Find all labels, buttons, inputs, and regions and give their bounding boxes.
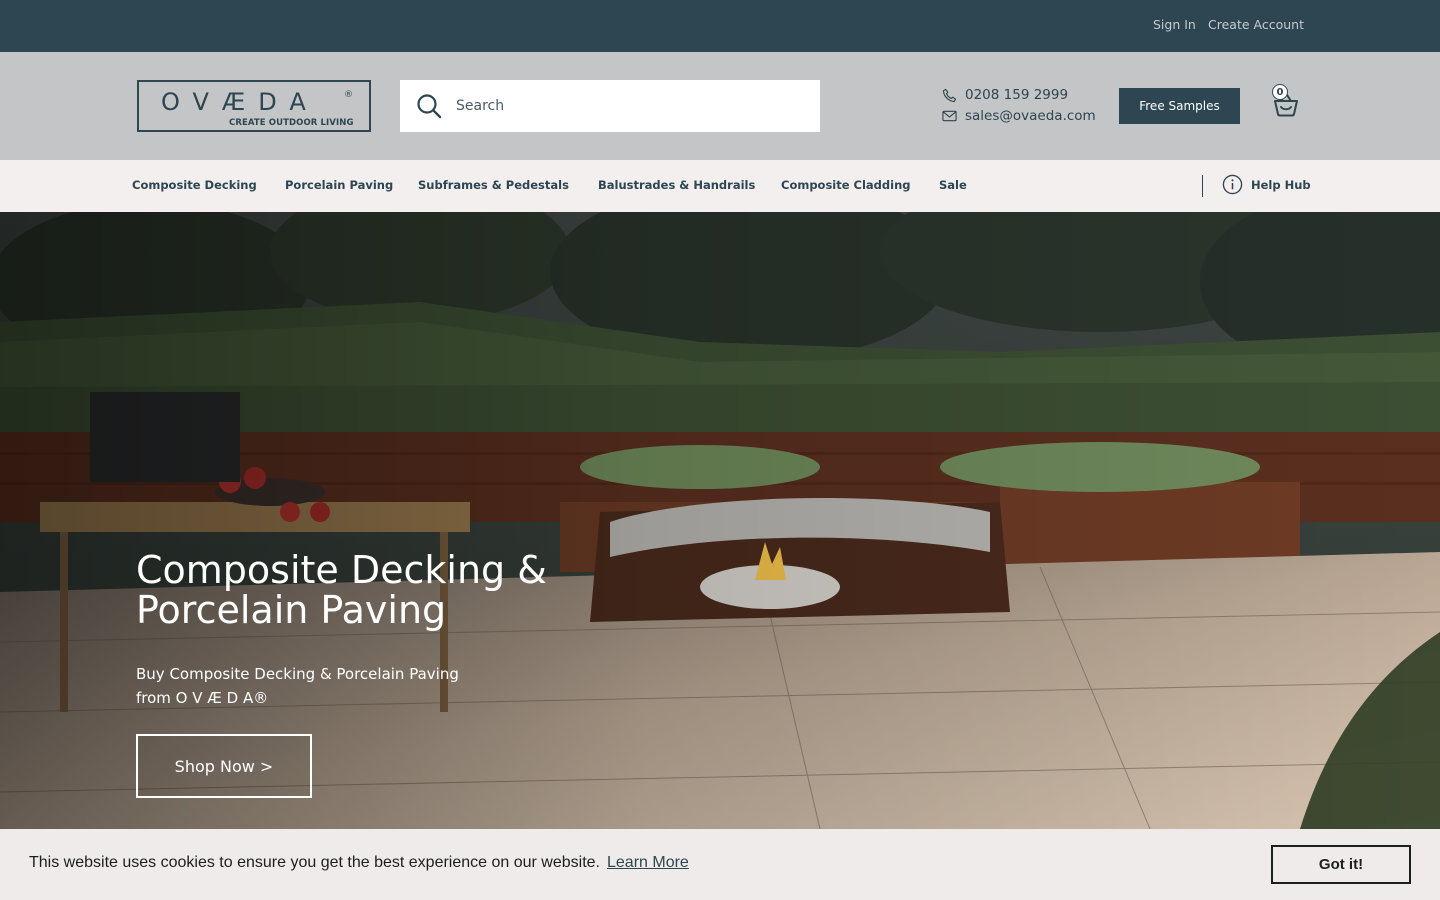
main-nav: Composite Decking Porcelain Paving Subfr… bbox=[0, 160, 1440, 212]
search-input[interactable] bbox=[456, 80, 806, 132]
logo[interactable]: OVÆDA ® CREATE OUTDOOR LIVING bbox=[137, 80, 371, 132]
hero-banner: Composite Decking & Porcelain Paving Buy… bbox=[0, 212, 1440, 829]
nav-item-sale[interactable]: Sale bbox=[939, 178, 967, 192]
basket-button[interactable]: 0 bbox=[1270, 84, 1302, 120]
info-icon bbox=[1222, 174, 1243, 195]
email-contact[interactable]: sales@ovaeda.com bbox=[942, 106, 1096, 126]
help-hub-link[interactable]: Help Hub bbox=[1222, 174, 1311, 195]
nav-item-composite-cladding[interactable]: Composite Cladding bbox=[781, 178, 911, 192]
logo-registered-mark: ® bbox=[344, 90, 353, 100]
nav-item-subframes-pedestals[interactable]: Subframes & Pedestals bbox=[418, 178, 569, 192]
hero-subtitle: Buy Composite Decking & Porcelain Paving… bbox=[136, 665, 459, 707]
basket-count-badge: 0 bbox=[1272, 84, 1288, 100]
mail-icon bbox=[942, 110, 957, 122]
nav-item-composite-decking[interactable]: Composite Decking bbox=[132, 178, 257, 192]
top-bar: Sign In Create Account bbox=[0, 0, 1440, 52]
cookie-learn-more-link[interactable]: Learn More bbox=[607, 854, 689, 872]
header: OVÆDA ® CREATE OUTDOOR LIVING 0208 159 2… bbox=[0, 52, 1440, 160]
phone-number: 0208 159 2999 bbox=[965, 87, 1069, 103]
nav-divider bbox=[1202, 175, 1203, 197]
email-address: sales@ovaeda.com bbox=[965, 108, 1096, 124]
hero-title: Composite Decking & Porcelain Paving bbox=[136, 548, 547, 632]
logo-wordmark: OVÆDA bbox=[161, 88, 319, 116]
search-icon[interactable] bbox=[416, 93, 442, 119]
phone-contact[interactable]: 0208 159 2999 bbox=[942, 85, 1068, 105]
search-box bbox=[400, 80, 820, 132]
phone-icon bbox=[942, 88, 957, 102]
cookie-banner: This website uses cookies to ensure you … bbox=[0, 829, 1440, 900]
help-hub-label: Help Hub bbox=[1251, 177, 1311, 192]
free-samples-button[interactable]: Free Samples bbox=[1119, 88, 1240, 124]
sign-in-link[interactable]: Sign In bbox=[1153, 17, 1196, 32]
cookie-message: This website uses cookies to ensure you … bbox=[29, 854, 600, 871]
logo-tagline: CREATE OUTDOOR LIVING bbox=[229, 118, 354, 128]
cookie-accept-button[interactable]: Got it! bbox=[1271, 845, 1411, 884]
nav-item-balustrades-handrails[interactable]: Balustrades & Handrails bbox=[598, 178, 755, 192]
create-account-link[interactable]: Create Account bbox=[1208, 17, 1304, 32]
nav-item-porcelain-paving[interactable]: Porcelain Paving bbox=[285, 178, 393, 192]
shop-now-button[interactable]: Shop Now > bbox=[136, 734, 312, 798]
